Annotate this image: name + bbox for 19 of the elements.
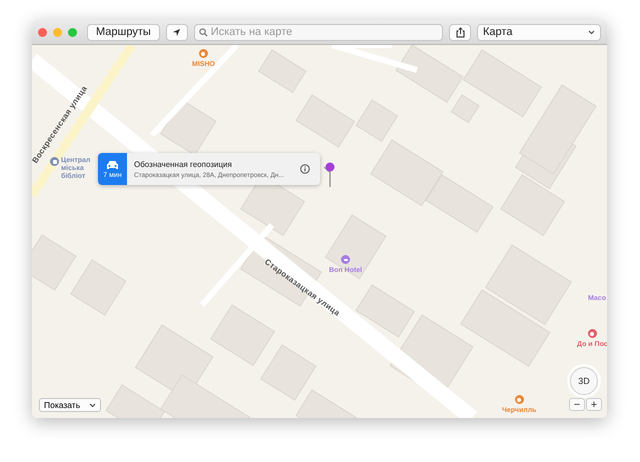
map-type-select[interactable]: Карта [477, 24, 601, 40]
zoom-out-button[interactable]: − [569, 398, 585, 411]
location-button[interactable] [166, 24, 188, 40]
search-input[interactable]: Искать на карте [210, 26, 438, 38]
callout-title: Обозначенная геопозиция [134, 160, 233, 168]
location-arrow-icon [172, 28, 182, 36]
chevron-icon [89, 402, 96, 408]
map-pin-icon [325, 162, 335, 188]
info-icon[interactable] [300, 164, 310, 174]
search-icon [198, 28, 208, 36]
search-field[interactable]: Искать на карте [194, 24, 443, 40]
zoom-in-button[interactable]: + [586, 398, 602, 411]
routes-button[interactable]: Маршруты [87, 24, 160, 40]
compass-button[interactable]: 3D [570, 367, 598, 395]
share-button[interactable] [449, 24, 471, 40]
show-select[interactable]: Показать [39, 398, 101, 412]
chevron-icon [588, 30, 595, 34]
car-icon [106, 160, 119, 170]
share-icon [456, 26, 464, 38]
